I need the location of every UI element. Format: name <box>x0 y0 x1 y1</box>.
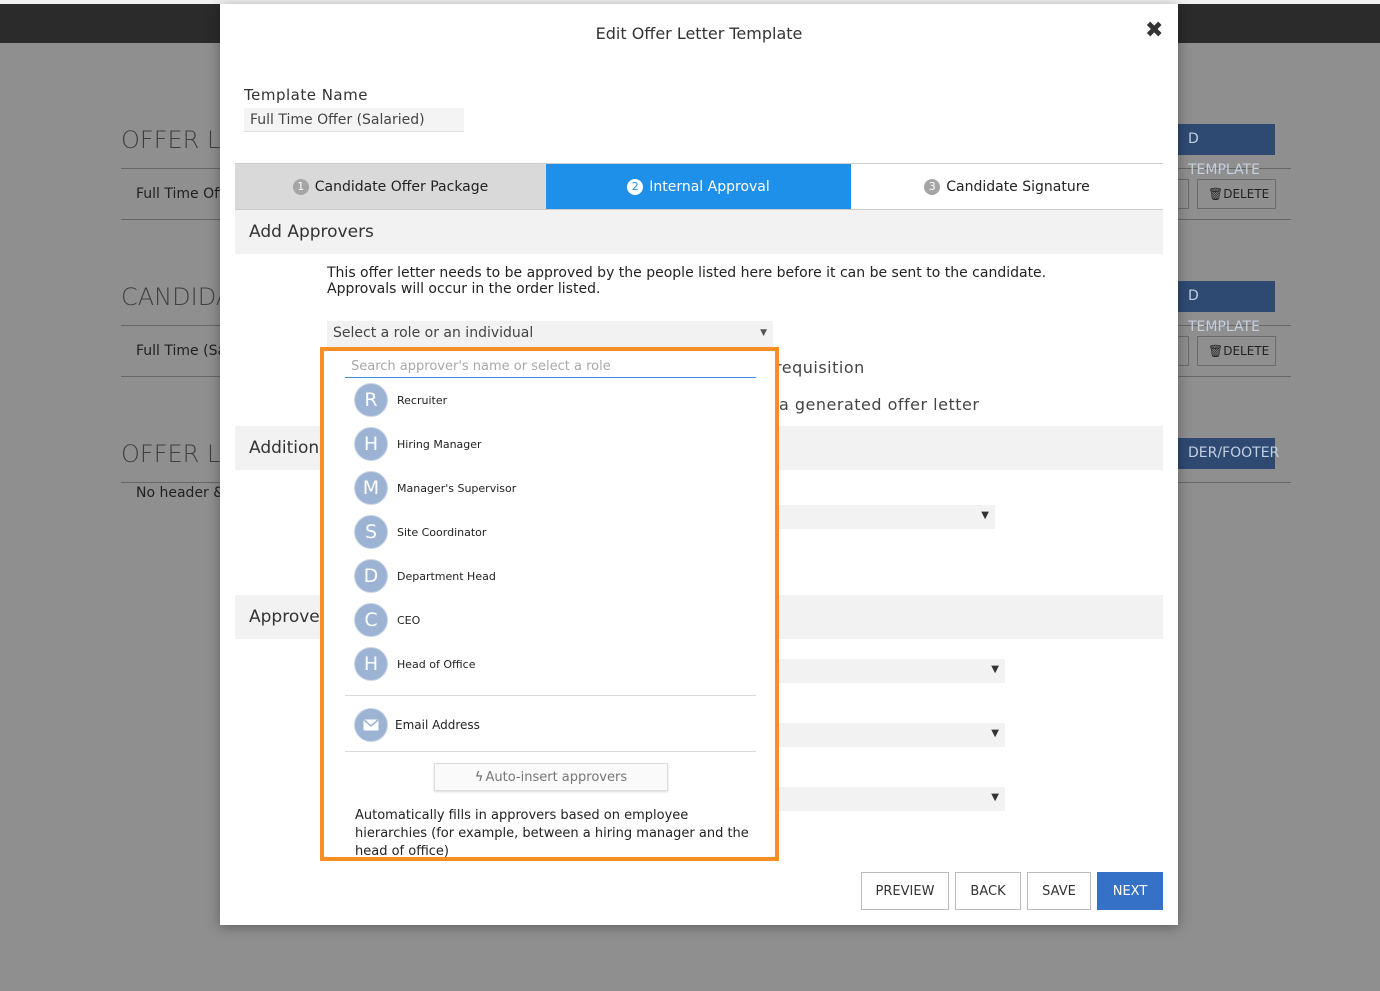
tab-internal-approval[interactable]: 2 Internal Approval <box>546 164 851 209</box>
tab-label: Candidate Offer Package <box>314 178 489 195</box>
template-name-label: Template Name <box>244 86 368 104</box>
role-label: Recruiter <box>397 393 448 407</box>
avatar: D <box>354 559 388 593</box>
divider <box>345 695 756 696</box>
caret-down-icon: ▼ <box>991 728 999 739</box>
avatar: S <box>354 515 388 549</box>
preview-button[interactable]: PREVIEW <box>861 872 949 910</box>
role-label: Head of Office <box>397 657 476 671</box>
role-label: Hiring Manager <box>397 437 482 451</box>
trash-icon: 🗑 <box>1208 344 1224 358</box>
tab-label: Internal Approval <box>649 178 770 195</box>
step-number: 1 <box>292 178 309 195</box>
role-label: Site Coordinator <box>397 525 487 539</box>
role-option-managers-supervisor[interactable]: M Manager's Supervisor <box>354 470 516 506</box>
delete-button[interactable]: 🗑DELETE <box>1197 336 1276 366</box>
trash-icon: 🗑 <box>1208 187 1224 201</box>
email-label: Email Address <box>395 718 480 732</box>
back-button[interactable]: BACK <box>955 872 1021 910</box>
select-placeholder: Select a role or an individual <box>333 325 534 341</box>
approver-select-1[interactable]: ▼ <box>775 659 1005 683</box>
approver-select[interactable]: Select a role or an individual ▼ <box>327 321 773 347</box>
role-option-head-of-office[interactable]: H Head of Office <box>354 646 475 682</box>
delete-label: DELETE <box>1223 344 1270 358</box>
caret-down-icon: ▼ <box>991 792 999 803</box>
avatar: H <box>354 427 388 461</box>
role-option-ceo[interactable]: C CEO <box>354 602 420 638</box>
step-number: 3 <box>924 178 941 195</box>
tab-candidate-offer-package[interactable]: 1 Candidate Offer Package <box>235 164 546 209</box>
modal-title: Edit Offer Letter Template <box>595 24 803 43</box>
role-option-hiring-manager[interactable]: H Hiring Manager <box>354 426 482 462</box>
modal-footer-buttons: PREVIEW BACK SAVE NEXT <box>861 872 1163 910</box>
caret-down-icon: ▼ <box>991 664 999 675</box>
role-option-department-head[interactable]: D Department Head <box>354 558 496 594</box>
auto-insert-description: Automatically fills in approvers based o… <box>355 808 749 859</box>
approver-dropdown: R Recruiter H Hiring Manager M Manager's… <box>320 347 779 861</box>
section-heading: Approver <box>249 607 327 627</box>
next-button[interactable]: NEXT <box>1097 872 1163 910</box>
tab-label: Candidate Signature <box>946 178 1090 195</box>
template-row-name[interactable]: Full Time (Sal <box>136 343 230 359</box>
email-address-option[interactable]: Email Address <box>354 707 480 743</box>
avatar: R <box>354 383 388 417</box>
close-icon[interactable]: ✖ <box>1145 18 1163 43</box>
template-row-name: No header & <box>136 485 225 501</box>
add-template-button[interactable]: D TEMPLATE <box>1178 124 1275 178</box>
add-approvers-header: Add Approvers <box>235 210 1163 254</box>
role-label: Department Head <box>397 569 496 583</box>
delete-label: DELETE <box>1223 187 1270 201</box>
role-option-recruiter[interactable]: R Recruiter <box>354 382 447 418</box>
lightning-icon: ϟ <box>474 769 484 785</box>
approver-search-input[interactable] <box>345 355 756 378</box>
tab-candidate-signature[interactable]: 3 Candidate Signature <box>851 164 1163 209</box>
role-label: Manager's Supervisor <box>397 481 517 495</box>
auto-insert-label: Auto-insert approvers <box>485 769 628 785</box>
envelope-icon <box>354 708 388 742</box>
section-title-header-footer: OFFER LE <box>121 440 236 468</box>
save-button[interactable]: SAVE <box>1027 872 1091 910</box>
delete-button[interactable]: 🗑DELETE <box>1197 179 1276 209</box>
template-row-name[interactable]: Full Time Off <box>136 186 224 202</box>
section-title-candidate: CANDIDA <box>121 283 233 311</box>
step-tabs: 1 Candidate Offer Package 2 Internal App… <box>235 163 1163 210</box>
requisition-option-text: requisition <box>775 358 865 377</box>
additional-select[interactable]: ▼ <box>775 505 995 529</box>
auto-insert-approvers-button[interactable]: ϟ Auto-insert approvers <box>434 763 668 791</box>
caret-down-icon: ▼ <box>760 328 767 338</box>
avatar: C <box>354 603 388 637</box>
section-heading: Add Approvers <box>249 222 374 242</box>
role-label: CEO <box>397 613 421 627</box>
step-number: 2 <box>627 178 644 195</box>
approver-select-3[interactable]: ▼ <box>775 787 1005 811</box>
template-name-input[interactable] <box>244 108 464 132</box>
add-header-footer-button[interactable]: DER/FOOTER <box>1178 438 1279 469</box>
approver-select-2[interactable]: ▼ <box>775 723 1005 747</box>
avatar: M <box>354 471 388 505</box>
add-template-button[interactable]: D TEMPLATE <box>1178 281 1275 335</box>
approval-description: This offer letter needs to be approved b… <box>327 265 1047 297</box>
generated-letter-option-text: a generated offer letter <box>779 395 980 414</box>
role-option-site-coordinator[interactable]: S Site Coordinator <box>354 514 486 550</box>
avatar: H <box>354 647 388 681</box>
caret-down-icon: ▼ <box>981 510 989 521</box>
divider <box>345 751 756 752</box>
section-title-offer-letters: OFFER LE <box>121 126 236 154</box>
